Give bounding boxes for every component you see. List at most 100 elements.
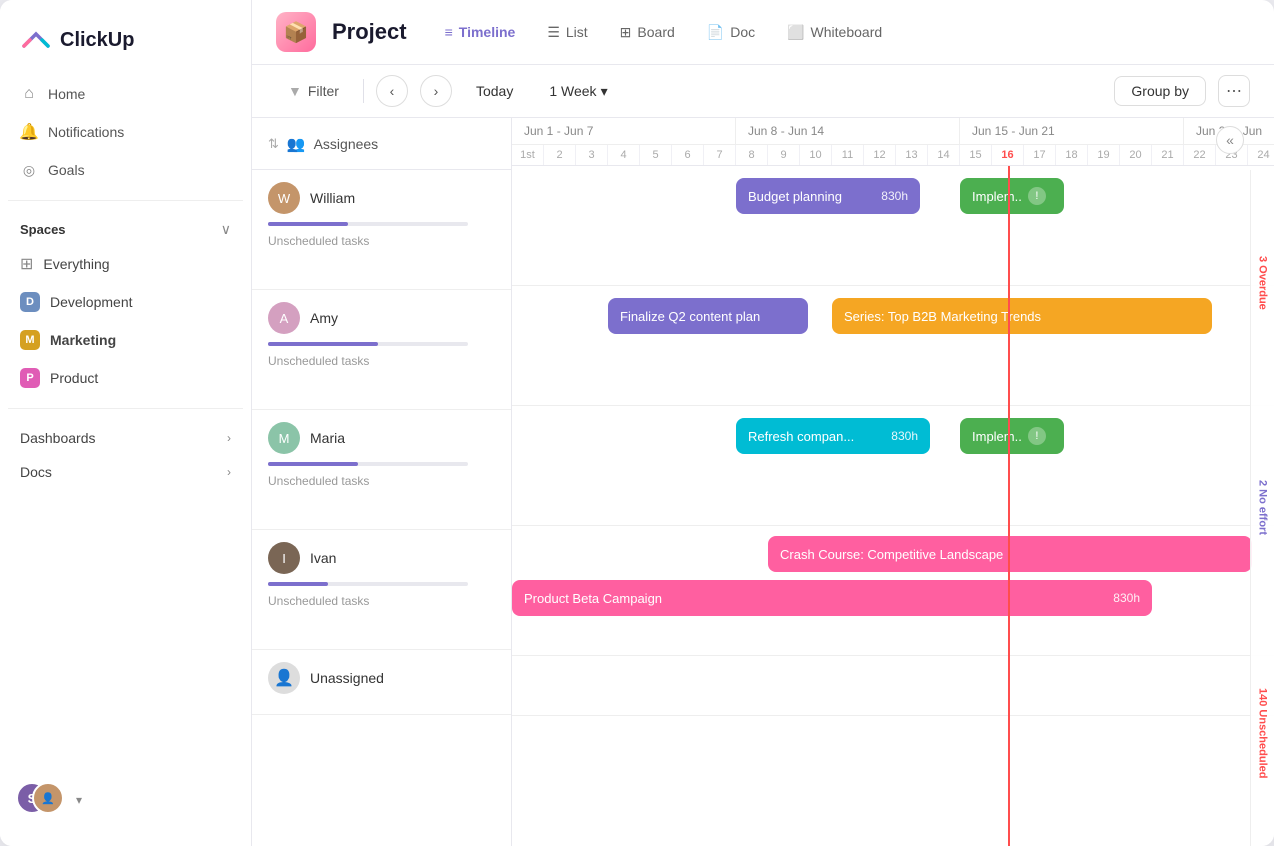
task-series-b2b[interactable]: Series: Top B2B Marketing Trends bbox=[832, 298, 1212, 334]
unscheduled-maria: Unscheduled tasks bbox=[268, 474, 495, 488]
task-refresh-company[interactable]: Refresh compan... 830h bbox=[736, 418, 930, 454]
tab-whiteboard[interactable]: ⬜ Whiteboard bbox=[773, 16, 896, 49]
task-budget-planning[interactable]: Budget planning 830h bbox=[736, 178, 920, 214]
list-tab-label: List bbox=[566, 24, 588, 40]
next-button[interactable]: › bbox=[420, 75, 452, 107]
whiteboard-tab-icon: ⬜ bbox=[787, 24, 804, 41]
timeline-container: ⇅ 👥 Assignees W William Unschedu bbox=[252, 118, 1274, 846]
unscheduled-amy: Unscheduled tasks bbox=[268, 354, 495, 368]
warning-icon: ! bbox=[1028, 187, 1046, 205]
assignee-row-maria: M Maria Unscheduled tasks bbox=[252, 410, 511, 530]
app-name: ClickUp bbox=[60, 29, 134, 52]
sidebar-item-home[interactable]: ⌂ Home bbox=[8, 76, 243, 112]
avatar-stack: S 👤 bbox=[16, 782, 68, 818]
task-hours: 830h bbox=[883, 429, 918, 443]
user-avatar-photo: 👤 bbox=[32, 782, 64, 814]
assignee-row-amy: A Amy Unscheduled tasks bbox=[252, 290, 511, 410]
timeline-grid-wrapper: Jun 1 - Jun 7 Jun 8 - Jun 14 Jun 15 - Ju… bbox=[512, 118, 1274, 846]
today-button[interactable]: Today bbox=[464, 77, 525, 105]
task-implement-maria[interactable]: Implem.. ! bbox=[960, 418, 1064, 454]
docs-expand-icon: › bbox=[227, 465, 231, 479]
sidebar-goals-label: Goals bbox=[48, 162, 85, 178]
logo: ClickUp bbox=[0, 16, 251, 76]
tabs: ≡ Timeline ☰ List ⊞ Board 📄 Doc ⬜ Whi bbox=[431, 16, 897, 49]
name-amy: Amy bbox=[310, 310, 338, 326]
timeline-tab-label: Timeline bbox=[459, 24, 516, 40]
prev-button[interactable]: ‹ bbox=[376, 75, 408, 107]
sidebar-item-everything[interactable]: ⊞ Everything bbox=[8, 246, 243, 282]
timeline-body: Budget planning 830h Implem.. ! bbox=[512, 166, 1274, 846]
task-label: Series: Top B2B Marketing Trends bbox=[844, 309, 1041, 324]
development-badge: D bbox=[20, 292, 40, 312]
day-22: 22 bbox=[1184, 145, 1216, 165]
assignee-info-ivan: I Ivan bbox=[268, 542, 495, 574]
week-selector[interactable]: 1 Week ▾ bbox=[537, 77, 619, 106]
user-profile[interactable]: S 👤 ▾ bbox=[0, 770, 251, 830]
day-7: 7 bbox=[704, 145, 736, 165]
tab-list[interactable]: ☰ List bbox=[533, 16, 601, 49]
day-5: 5 bbox=[640, 145, 672, 165]
name-unassigned: Unassigned bbox=[310, 670, 384, 686]
spaces-section-header: Spaces ∨ bbox=[0, 213, 251, 246]
sidebar-item-notifications[interactable]: 🔔 Notifications bbox=[8, 114, 243, 150]
development-label: Development bbox=[50, 294, 133, 310]
whiteboard-tab-label: Whiteboard bbox=[811, 24, 883, 40]
docs-label: Docs bbox=[20, 464, 52, 480]
timeline-row-maria: Refresh compan... 830h Implem.. ! bbox=[512, 406, 1274, 526]
clickup-logo-icon bbox=[20, 24, 52, 56]
day-headers: 1st 2 3 4 5 6 7 8 9 10 11 12 13 14 bbox=[512, 145, 1274, 165]
collapse-button[interactable]: « bbox=[1216, 126, 1244, 154]
task-label: Product Beta Campaign bbox=[524, 591, 662, 606]
week-headers: Jun 1 - Jun 7 Jun 8 - Jun 14 Jun 15 - Ju… bbox=[512, 118, 1274, 145]
group-by-button[interactable]: Group by bbox=[1114, 76, 1206, 106]
tab-doc[interactable]: 📄 Doc bbox=[693, 16, 769, 49]
assignees-icon: 👥 bbox=[287, 135, 306, 153]
marketing-label: Marketing bbox=[50, 332, 116, 348]
assignee-row-william: W William Unscheduled tasks bbox=[252, 170, 511, 290]
unscheduled-ivan: Unscheduled tasks bbox=[268, 594, 495, 608]
sidebar-divider-2 bbox=[8, 408, 243, 409]
sidebar-item-product[interactable]: P Product bbox=[8, 360, 243, 396]
day-20: 20 bbox=[1120, 145, 1152, 165]
assignee-info-william: W William bbox=[268, 182, 495, 214]
product-badge: P bbox=[20, 368, 40, 388]
day-18: 18 bbox=[1056, 145, 1088, 165]
sidebar-item-development[interactable]: D Development bbox=[8, 284, 243, 320]
task-product-beta[interactable]: Product Beta Campaign 830h bbox=[512, 580, 1152, 616]
task-hours: 830h bbox=[873, 189, 908, 203]
board-tab-icon: ⊞ bbox=[620, 24, 632, 41]
tab-board[interactable]: ⊞ Board bbox=[606, 16, 689, 49]
task-label: Finalize Q2 content plan bbox=[620, 309, 760, 324]
filter-button[interactable]: ▼ Filter bbox=[276, 77, 351, 105]
doc-tab-label: Doc bbox=[730, 24, 755, 40]
main-content: 📦 Project ≡ Timeline ☰ List ⊞ Board 📄 Do… bbox=[252, 0, 1274, 846]
day-10: 10 bbox=[800, 145, 832, 165]
sidebar-item-dashboards[interactable]: Dashboards › bbox=[0, 421, 251, 455]
tab-timeline[interactable]: ≡ Timeline bbox=[431, 16, 530, 48]
sidebar-navigation: ⌂ Home 🔔 Notifications ◎ Goals bbox=[0, 76, 251, 188]
day-8: 8 bbox=[736, 145, 768, 165]
task-crash-course[interactable]: Crash Course: Competitive Landscape bbox=[768, 536, 1252, 572]
day-2: 2 bbox=[544, 145, 576, 165]
goals-icon: ◎ bbox=[20, 161, 38, 179]
day-13: 13 bbox=[896, 145, 928, 165]
marketing-badge: M bbox=[20, 330, 40, 350]
task-label: Crash Course: Competitive Landscape bbox=[780, 547, 1003, 562]
filter-label: Filter bbox=[308, 83, 339, 99]
task-finalize-q2[interactable]: Finalize Q2 content plan bbox=[608, 298, 808, 334]
spaces-title: Spaces bbox=[20, 222, 66, 237]
sidebar-item-docs[interactable]: Docs › bbox=[0, 455, 251, 489]
spaces-collapse-icon[interactable]: ∨ bbox=[221, 221, 231, 238]
day-21: 21 bbox=[1152, 145, 1184, 165]
sidebar-home-label: Home bbox=[48, 86, 85, 102]
sidebar-item-marketing[interactable]: M Marketing bbox=[8, 322, 243, 358]
timeline-row-william: Budget planning 830h Implem.. ! bbox=[512, 166, 1274, 286]
avatar-maria: M bbox=[268, 422, 300, 454]
week-header-3: Jun 15 - Jun 21 bbox=[960, 118, 1184, 144]
group-by-label: Group by bbox=[1131, 83, 1189, 99]
sidebar-item-goals[interactable]: ◎ Goals bbox=[8, 152, 243, 188]
more-options-button[interactable]: ⋯ bbox=[1218, 75, 1250, 107]
task-implement-william[interactable]: Implem.. ! bbox=[960, 178, 1064, 214]
task-hours: 830h bbox=[1105, 591, 1140, 605]
day-12: 12 bbox=[864, 145, 896, 165]
